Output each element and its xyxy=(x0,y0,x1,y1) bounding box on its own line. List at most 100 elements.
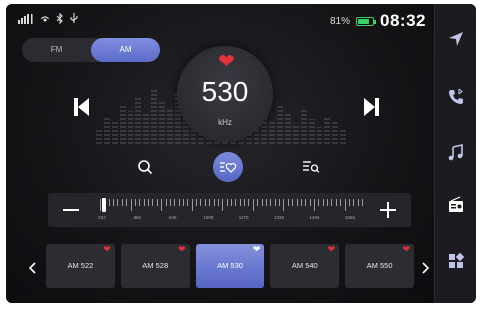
search-button[interactable] xyxy=(130,152,160,182)
music-icon xyxy=(448,144,463,161)
list-search-icon xyxy=(303,161,320,173)
equalizer-bar xyxy=(285,114,291,144)
ruler-tick xyxy=(244,199,246,206)
skip-next-arrow xyxy=(364,98,375,116)
equalizer-bar xyxy=(119,105,126,144)
phone-button[interactable] xyxy=(445,86,467,108)
radio-icon xyxy=(449,196,463,212)
usb-icon xyxy=(70,13,78,23)
equalizer-bar xyxy=(151,89,157,144)
preset-item[interactable]: AM 540 ❤ xyxy=(270,244,340,288)
ruler-tick xyxy=(108,199,110,206)
ruler-tick xyxy=(335,199,337,206)
bluetooth-phone-icon xyxy=(449,88,463,104)
preset-list: AM 522 ❤ AM 528 ❤ AM 530 ❤ AM 540 ❤ AM 550 ❤ xyxy=(46,244,414,288)
equalizer-bar xyxy=(135,97,142,144)
ruler-tick xyxy=(300,199,302,206)
preset-heart-icon: ❤ xyxy=(252,244,261,254)
tune-up-button[interactable] xyxy=(377,199,399,221)
ruler-tick xyxy=(274,199,276,206)
preset-item[interactable]: AM 550 ❤ xyxy=(345,244,414,288)
ruler-tick xyxy=(226,199,228,206)
ruler-tick xyxy=(156,199,158,206)
chevron-left-icon xyxy=(28,262,36,274)
ruler-tick xyxy=(121,199,123,206)
preset-label: AM 540 xyxy=(291,261,318,270)
ruler-tick xyxy=(313,199,315,211)
ruler-label: 1656 xyxy=(344,215,355,220)
preset-heart-icon: ❤ xyxy=(178,244,186,254)
ruler-tick xyxy=(213,199,215,206)
equalizer-bar xyxy=(96,128,102,144)
tune-down-button[interactable] xyxy=(60,199,82,221)
tuning-needle[interactable] xyxy=(101,198,106,212)
band-fm-option[interactable]: FM xyxy=(22,38,91,62)
ruler-label: 1494 xyxy=(309,215,320,220)
battery-icon xyxy=(356,16,377,26)
preset-item[interactable]: AM 522 ❤ xyxy=(46,244,115,288)
navigation-button[interactable] xyxy=(445,28,467,50)
band-am-option[interactable]: AM xyxy=(91,38,160,62)
ruler-tick xyxy=(340,199,342,206)
presets-prev-button[interactable] xyxy=(26,260,40,276)
ruler-tick xyxy=(100,199,101,211)
ruler-tick xyxy=(235,199,237,206)
tuning-bar: 522 684 846 1008 1170 1332 1494 1656 xyxy=(48,193,411,227)
ruler-tick xyxy=(344,199,346,211)
preset-heart-icon: ❤ xyxy=(103,244,111,254)
ruler-label: 522 xyxy=(98,215,106,220)
frequency-ruler[interactable]: 522 684 846 1008 1170 1332 1494 1656 xyxy=(98,198,363,222)
favorites-button[interactable] xyxy=(213,152,243,182)
station-list-button[interactable] xyxy=(296,152,326,182)
next-station-button[interactable] xyxy=(364,98,379,116)
favorite-heart-icon[interactable]: ❤ xyxy=(218,52,235,72)
music-button[interactable] xyxy=(445,142,467,164)
ruler-tick xyxy=(252,199,254,211)
ruler-tick xyxy=(187,199,189,206)
band-toggle[interactable]: FM AM xyxy=(22,38,160,62)
ruler-tick xyxy=(322,199,324,206)
equalizer-bar xyxy=(111,122,118,144)
ruler-tick xyxy=(353,199,355,206)
apps-button[interactable] xyxy=(445,250,467,272)
ruler-tick xyxy=(362,199,363,206)
ruler-tick xyxy=(130,199,132,211)
ruler-tick xyxy=(191,199,193,211)
equalizer-bar xyxy=(159,101,165,144)
ruler-tick xyxy=(257,199,259,206)
preset-item[interactable]: AM 528 ❤ xyxy=(120,244,190,288)
frequency-display: 530 xyxy=(201,76,249,107)
presets-next-button[interactable] xyxy=(418,260,432,276)
app-sidebar xyxy=(434,4,476,303)
battery-percent: 81% xyxy=(330,15,351,27)
status-icons xyxy=(18,13,78,24)
equalizer-bar xyxy=(166,108,173,144)
apps-icon xyxy=(449,252,465,268)
ruler-tick xyxy=(143,199,145,206)
status-right: 81% 08:32 xyxy=(330,11,426,31)
preset-label: AM 528 xyxy=(142,261,169,270)
equalizer-bar xyxy=(340,129,346,144)
ruler-tick xyxy=(279,199,281,206)
preset-heart-icon: ❤ xyxy=(327,244,336,254)
equalizer-bar xyxy=(277,105,283,144)
ruler-tick xyxy=(169,199,171,206)
ruler-tick xyxy=(148,199,150,206)
ruler-tick xyxy=(209,199,211,206)
ruler-tick xyxy=(327,199,329,206)
equalizer-bar xyxy=(300,109,307,144)
preset-label: AM 530 xyxy=(217,261,243,270)
ruler-label: 846 xyxy=(169,215,177,220)
ruler-tick xyxy=(261,199,263,206)
preset-item-active[interactable]: AM 530 ❤ xyxy=(195,244,265,288)
equalizer-bar xyxy=(292,123,299,144)
preset-label: AM 522 xyxy=(67,261,94,270)
navigation-icon xyxy=(449,32,463,46)
ruler-label: 1170 xyxy=(238,215,249,220)
radio-button[interactable] xyxy=(445,194,467,216)
chevron-right-icon xyxy=(422,262,430,274)
previous-station-button[interactable] xyxy=(74,98,89,116)
ruler-tick xyxy=(117,199,119,206)
ruler-tick xyxy=(309,199,311,206)
battery-fill xyxy=(358,18,370,24)
